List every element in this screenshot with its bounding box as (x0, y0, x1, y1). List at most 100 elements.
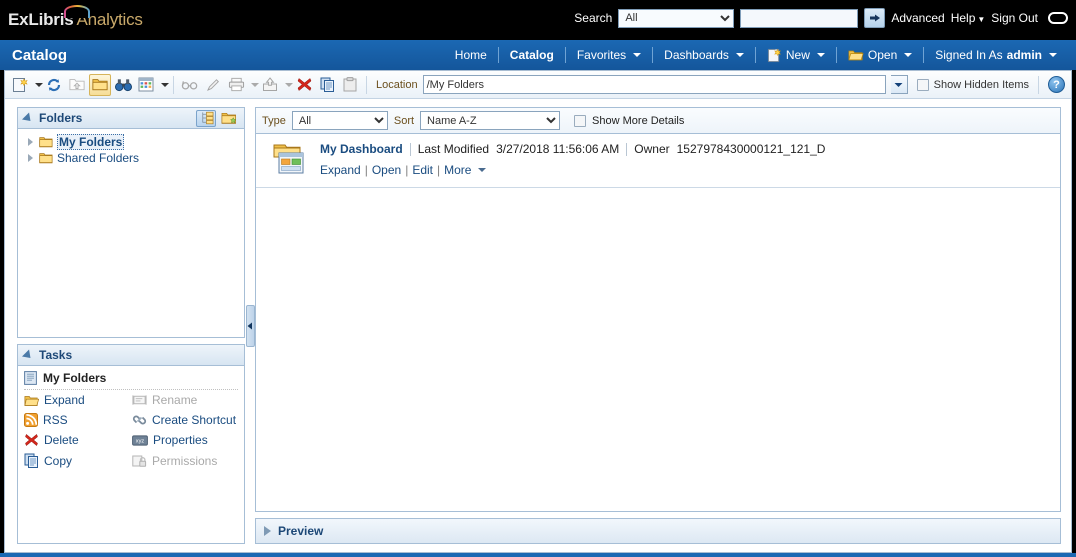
folders-panel-actions (196, 109, 239, 127)
nav-item-label: Dashboards (664, 48, 729, 62)
splitter-grip[interactable] (245, 304, 255, 347)
toolbar-delete-button[interactable] (293, 74, 315, 96)
location-input[interactable]: /My Folders (422, 75, 886, 94)
catalog-item-name[interactable]: My Dashboard (320, 142, 403, 156)
toolbar-view-button[interactable] (135, 74, 157, 96)
location-dropdown-button[interactable] (890, 75, 908, 94)
triangle-right-icon (27, 138, 33, 146)
type-select[interactable]: All (291, 111, 388, 130)
advanced-link[interactable]: Advanced (891, 11, 944, 25)
tree-view-toggle-button[interactable] (196, 109, 216, 127)
chevron-down-icon[interactable] (478, 168, 487, 172)
toolbar-print-button (225, 74, 247, 96)
task-delete[interactable]: Delete (24, 433, 128, 447)
expand-toggle[interactable] (25, 154, 35, 162)
sort-label: Sort (393, 114, 415, 127)
brand-bar: ExLibris Analytics Search All Advanced H… (0, 0, 1076, 40)
task-label: Rename (152, 393, 198, 407)
nav-item-favorites[interactable]: Favorites (566, 46, 652, 64)
signed-in-as[interactable]: Signed In As admin (924, 46, 1068, 64)
accessibility-toggle-icon[interactable] (1048, 12, 1068, 24)
refresh-icon (47, 78, 61, 91)
toolbar-new-caret[interactable] (32, 74, 43, 96)
expand-triangle-icon[interactable] (264, 526, 271, 536)
task-rename: Rename (132, 393, 238, 407)
toolbar-copy-button[interactable] (316, 74, 338, 96)
action-separator: | (405, 163, 409, 177)
copy-icon (24, 453, 38, 468)
expand-toggle[interactable] (25, 138, 35, 146)
logo-rainbow-arc-icon (64, 5, 90, 18)
toolbar-divider (366, 75, 367, 94)
catalog-item-row: My Dashboard Last Modified 3/27/2018 11:… (256, 134, 1060, 188)
triangle-left-icon (247, 322, 252, 329)
rename-icon (132, 395, 147, 405)
chevron-down-icon (34, 82, 43, 87)
expand-folder-icon (24, 395, 39, 406)
folders-panel-title: Folders (39, 111, 83, 125)
tree-item-shared-folders[interactable]: Shared Folders (21, 150, 241, 166)
toolbar-edit-button (202, 74, 224, 96)
collapse-triangle-icon[interactable] (21, 348, 35, 362)
item-action-edit[interactable]: Edit (412, 163, 433, 177)
show-hidden-items-checkbox[interactable] (916, 78, 929, 91)
toolbar-search-button[interactable] (112, 74, 134, 96)
content-controls: Type All Sort Name A-Z Show More Details (255, 107, 1061, 133)
current-user: admin (1006, 48, 1042, 62)
nav-item-label: New (785, 48, 810, 62)
permissions-lock-icon (132, 455, 147, 467)
sort-select[interactable]: Name A-Z (420, 111, 561, 130)
show-hidden-items-label: Show Hidden Items (933, 78, 1029, 91)
search-scope-select[interactable]: All (618, 8, 735, 28)
nav-item-catalog[interactable]: Catalog (499, 46, 565, 64)
item-action-expand[interactable]: Expand (320, 163, 361, 177)
shortcut-link-icon (132, 415, 147, 425)
toolbar-refresh-button[interactable] (43, 74, 65, 96)
exlibris-analytics-logo: ExLibris Analytics (8, 7, 143, 30)
edit-pencil-icon (206, 78, 220, 91)
folders-panel-header: Folders (18, 108, 244, 129)
nav-item-home[interactable]: Home (444, 46, 498, 64)
item-action-open[interactable]: Open (372, 163, 401, 177)
task-rss[interactable]: RSS (24, 413, 128, 427)
collapse-triangle-icon[interactable] (21, 111, 35, 125)
preview-glasses-icon (181, 81, 198, 90)
dashboard-icon (273, 144, 304, 174)
search-go-button[interactable] (864, 8, 886, 28)
catalog-item-actions: Expand | Open | Edit | More (320, 163, 1050, 177)
nav-item-dashboards[interactable]: Dashboards (653, 46, 755, 64)
new-page-icon (767, 48, 781, 62)
task-expand[interactable]: Expand (24, 393, 128, 407)
task-label: Permissions (152, 453, 218, 468)
location-control: Location /My Folders (376, 75, 908, 94)
task-properties[interactable]: xyz Properties (132, 433, 238, 447)
preview-panel-header[interactable]: Preview (255, 518, 1061, 544)
toolbar-new-button[interactable] (9, 74, 31, 96)
properties-icon: xyz (132, 434, 148, 446)
item-action-more[interactable]: More (444, 163, 471, 177)
toolbar-show-folders-button[interactable] (89, 73, 111, 96)
sign-out-link[interactable]: Sign Out (991, 11, 1038, 25)
toolbar-preview-button (179, 74, 201, 96)
task-permissions: Permissions (132, 453, 238, 468)
tasks-panel-header: Tasks (18, 345, 244, 366)
new-folder-button[interactable] (219, 110, 239, 127)
panel-splitter[interactable] (245, 99, 255, 552)
last-modified-value: 3/27/2018 11:56:06 AM (496, 142, 620, 156)
toolbar-export-caret (282, 74, 293, 96)
document-icon (24, 371, 37, 385)
catalog-item-list: My Dashboard Last Modified 3/27/2018 11:… (255, 133, 1061, 512)
toolbar-view-caret[interactable] (158, 74, 169, 96)
task-create-shortcut[interactable]: Create Shortcut (132, 413, 238, 427)
show-folders-icon (92, 79, 108, 91)
nav-item-open[interactable]: Open (837, 46, 923, 64)
search-input[interactable] (740, 8, 859, 28)
tree-item-my-folders[interactable]: My Folders (21, 134, 241, 150)
global-search-area: Search All Advanced Help ▼ Sign Out (574, 8, 1070, 28)
help-menu[interactable]: Help ▼ (951, 11, 986, 25)
help-icon[interactable]: ? (1048, 76, 1065, 93)
task-label: Properties (153, 433, 208, 447)
show-more-details-checkbox[interactable] (574, 114, 587, 127)
nav-item-new[interactable]: New (756, 46, 836, 64)
task-copy[interactable]: Copy (24, 453, 128, 468)
